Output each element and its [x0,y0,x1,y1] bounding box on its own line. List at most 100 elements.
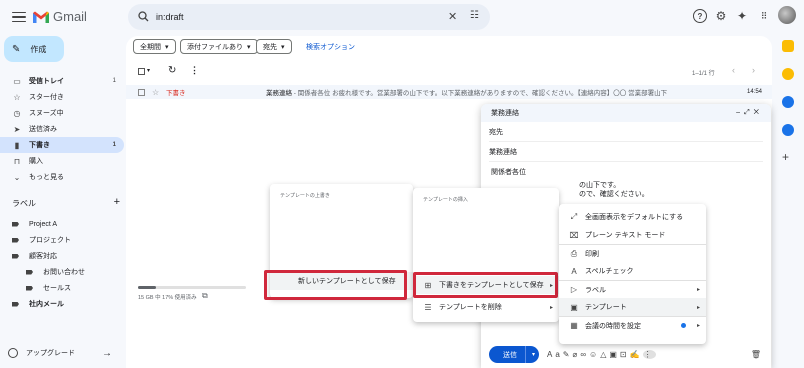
lock-icon[interactable]: ⊡ [620,350,630,359]
label-item[interactable]: セールス [0,280,124,296]
delete-template-icon: ☰ [424,302,432,312]
compose-window-controls[interactable]: –⤢✕ [736,109,763,117]
chevron-down-icon: ▾ [165,43,169,51]
label-item[interactable]: プロジェクト [0,232,124,248]
format-text-icon[interactable]: Aa [547,350,563,359]
body-line: 関係者各位 [491,169,526,176]
row-snippet: - 関係者各位 お疲れ様です。営業部署の山下です。以下業務連絡がありますので、確… [292,90,668,97]
prev-page-icon[interactable]: ‹ [732,65,735,75]
send-button[interactable]: 送信 ▾ [489,346,539,363]
more-menu-label: 印刷 [585,250,599,258]
compose-header[interactable]: 業務連絡 –⤢✕ [481,104,771,122]
more-menu-item[interactable]: ⤢ 全画面表示をデフォルトにする [559,208,706,226]
gemini-icon[interactable]: ✦ [735,9,749,23]
label-tag-icon [26,269,33,275]
drive-icon[interactable]: △ [600,350,609,359]
tasks-icon[interactable] [782,96,794,108]
label-item[interactable]: お問い合わせ [0,264,124,280]
refresh-icon[interactable]: ↻ [168,65,176,76]
to-label: 宛先 [489,128,503,136]
sidebar-item[interactable]: ☆ スター付き [0,89,124,105]
label-tag-icon [12,253,19,259]
sidebar-item[interactable]: ◷ スヌーズ中 [0,105,124,121]
to-field[interactable]: 宛先 [489,122,763,142]
more-menu-item[interactable]: ⌧ プレーン テキスト モード [559,226,706,244]
apps-grid-icon[interactable]: ⠿ [757,9,771,23]
image-icon[interactable]: ▣ [609,350,620,359]
label-item[interactable]: Project A [0,216,124,232]
clear-search-icon[interactable]: ✕ [448,10,457,23]
calendar-app-icon[interactable] [782,68,794,80]
labels-heading: ラベル + [12,196,120,209]
clock-icon: ◷ [13,108,21,118]
sidebar-item[interactable]: ▮ 下書き 1 [0,137,124,153]
external-link-icon[interactable]: ⧉ [202,291,208,301]
search-bar[interactable]: in:draft ✕ ☷ [128,4,490,30]
send-label: 送信 [503,351,517,359]
more-menu-item[interactable]: ⎙ 印刷 [559,244,706,262]
chevron-down-icon[interactable]: ▾ [532,351,535,358]
sidebar-item-label: スヌーズ中 [29,110,64,117]
row-subject: 業務連絡 - 関係者各位 お疲れ様です。営業部署の山下です。以下業務連絡がありま… [266,87,736,97]
help-icon[interactable]: ? [693,9,707,23]
filter-attachment[interactable]: 添付ファイルあり ▾ [180,39,258,54]
filter-period[interactable]: 全期間 ▾ [133,39,176,54]
template-insert-panel: テンプレートの挿入 ⊞ 下書きをテンプレートとして保存 ▸ ☰ テンプレートを削… [413,188,559,322]
overwrite-panel-title: テンプレートの上書き [280,193,330,199]
sidebar-item[interactable]: ⊓ 購入 [0,153,124,169]
arrow-right-icon: → [102,347,112,359]
print-icon: ⎙ [570,248,578,258]
label-item-text: 顧客対応 [29,253,57,260]
label-item[interactable]: 社内メール [0,296,124,312]
draft-icon: ▮ [14,140,20,150]
calendar-icon: ▦ [570,321,578,330]
link-icon[interactable]: ∞ [580,350,589,359]
pencil-icon: ✎ [12,43,21,55]
compose-button[interactable]: ✎ 作成 [4,36,64,62]
search-input[interactable]: in:draft [156,12,184,22]
filter-to[interactable]: 宛先 ▾ [256,39,292,54]
trash-icon[interactable]: 🗑 [751,350,761,359]
gmail-logo[interactable]: Gmail [33,9,87,24]
expand-icon: ⤢ [570,212,578,221]
ai-pen-icon[interactable]: ✎ [563,350,573,359]
sidebar-item[interactable]: ⌄ もっと見る [0,169,124,185]
subject-field[interactable]: 業務連絡 [489,142,763,162]
row-checkbox[interactable] [138,88,145,96]
more-menu-item[interactable]: ▣ テンプレート ▸ [559,298,706,316]
sidebar-item[interactable]: ➤ 送信済み [0,121,124,137]
advanced-search-link[interactable]: 検索オプション [306,42,355,52]
gear-icon[interactable]: ⚙ [714,9,728,23]
signature-icon[interactable]: ✍ [630,350,643,359]
select-all-checkbox[interactable] [138,68,145,75]
star-icon[interactable]: ☆ [152,88,159,97]
upgrade-button[interactable]: アップグレード → [8,344,120,362]
contacts-icon[interactable] [782,124,794,136]
avatar[interactable] [778,6,796,24]
delete-template-item[interactable]: ☰ テンプレートを削除 ▸ [413,298,559,316]
keep-icon[interactable] [782,40,794,52]
more-menu-item[interactable]: A スペルチェック [559,262,706,280]
label-item[interactable]: 顧客対応 [0,248,124,264]
storage-text: 15 GB 中 17% 使用済み [138,295,197,301]
search-icon[interactable] [138,11,149,22]
row-time: 14:54 [746,89,762,95]
label-list: Project A プロジェクト顧客対応お問い合わせ セールス 社内メール [0,216,124,312]
more-options-icon[interactable]: ⋮ [642,350,656,359]
chevron-down-icon[interactable]: ▾ [147,67,150,74]
search-options-icon[interactable]: ☷ [470,10,479,21]
main-menu-icon[interactable] [10,8,28,26]
next-page-icon[interactable]: › [752,65,755,75]
more-vert-icon[interactable]: ⋮ [190,65,199,76]
sidebar-item-label: 受信トレイ [29,78,64,85]
add-label-icon[interactable]: + [114,196,120,209]
more-menu-item[interactable]: ▦ 会議の時間を設定 ▸ [559,316,706,334]
add-app-icon[interactable]: + [782,150,794,164]
compose-title: 業務連絡 [491,110,519,117]
highlight-box-save-draft [413,272,558,298]
row-subject-text: 業務連絡 [266,90,292,97]
table-row[interactable]: ☆ 下書き 業務連絡 - 関係者各位 お疲れ様です。営業部署の山下です。以下業務… [126,85,772,99]
sidebar-item[interactable]: ▭ 受信トレイ 1 [0,73,124,89]
more-menu-item[interactable]: ▷ ラベル ▸ [559,280,706,298]
emoji-icon[interactable]: ☺ [589,350,600,359]
